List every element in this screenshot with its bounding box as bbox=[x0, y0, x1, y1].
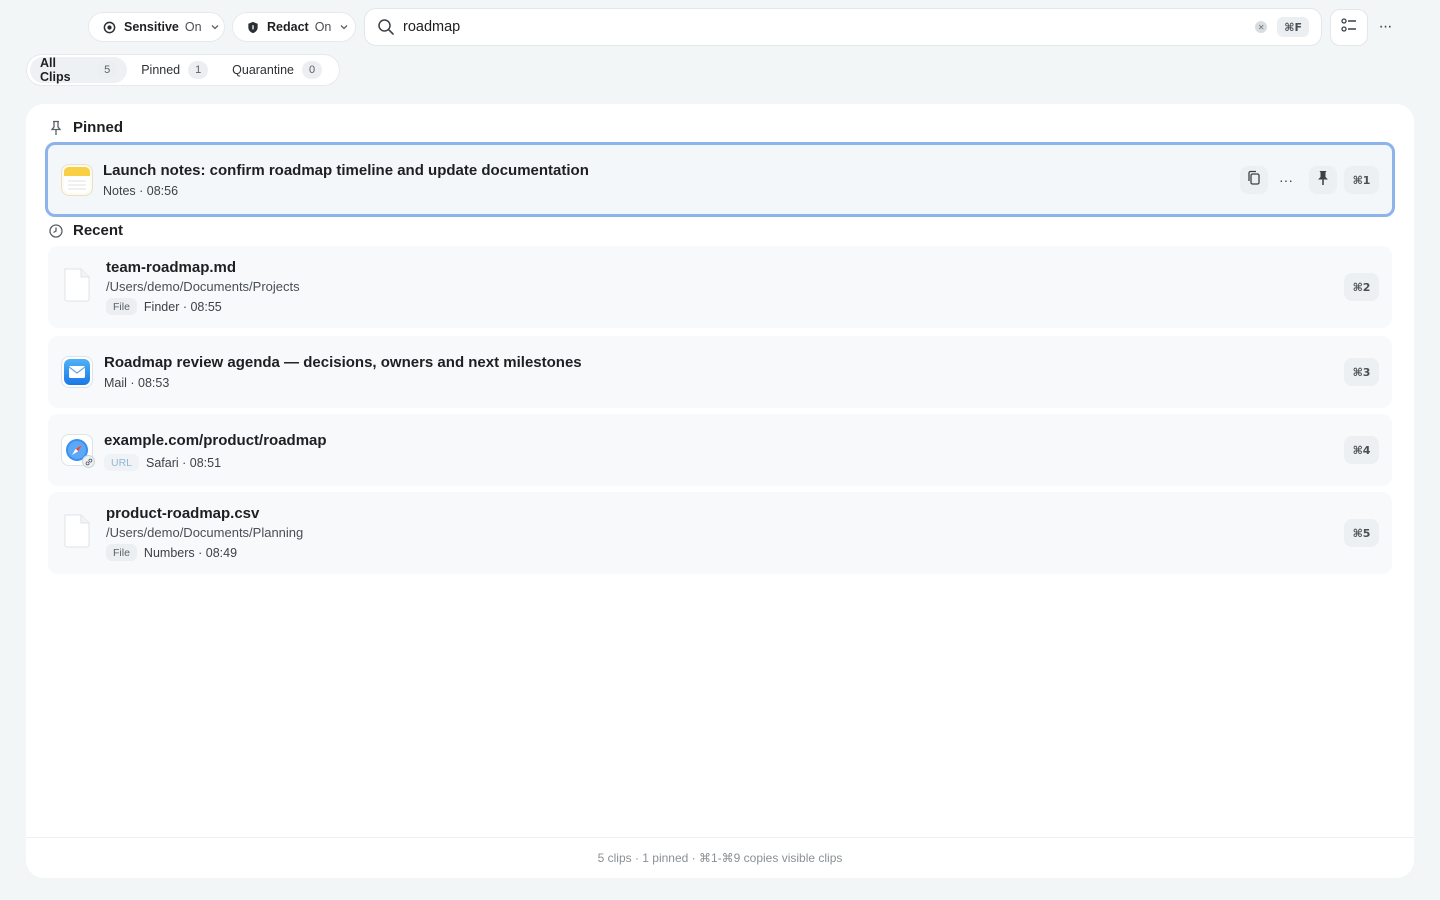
tab-all-clips[interactable]: All Clips 5 bbox=[30, 56, 128, 84]
copy-button[interactable] bbox=[1240, 166, 1268, 194]
recent-clip-row[interactable]: example.com/product/roadmap URL Safari ·… bbox=[48, 414, 1392, 486]
status-footer: 5 clips · 1 pinned · ⌘1-⌘9 copies visibl… bbox=[26, 837, 1414, 878]
copy-shortcut: ⌘5 bbox=[1344, 519, 1379, 547]
section-title: Pinned bbox=[73, 119, 124, 136]
tab-count: 5 bbox=[97, 61, 118, 79]
recent-clip-row[interactable]: product-roadmap.csv /Users/demo/Document… bbox=[48, 492, 1392, 574]
copy-shortcut: ⌘4 bbox=[1344, 436, 1379, 464]
clip-meta: File Finder · 08:55 bbox=[106, 298, 222, 315]
clip-source-time: Finder · 08:55 bbox=[143, 299, 222, 314]
copy-shortcut: ⌘2 bbox=[1344, 273, 1379, 301]
clip-source-time: Notes · 08:56 bbox=[103, 184, 179, 198]
clip-meta: Mail · 08:53 bbox=[104, 376, 169, 390]
redact-toggle[interactable]: Redact On bbox=[232, 12, 356, 42]
clip-title: product-roadmap.csv bbox=[106, 505, 260, 522]
document-icon bbox=[61, 268, 93, 302]
search-bar: ✕ ⌘F bbox=[364, 8, 1322, 46]
checklist-button[interactable] bbox=[1330, 9, 1368, 46]
checklist-icon bbox=[1341, 17, 1357, 38]
mail-app-icon bbox=[61, 356, 93, 388]
redact-label: Redact bbox=[267, 20, 309, 34]
clip-source-time: Mail · 08:53 bbox=[104, 376, 170, 390]
chevron-down-icon bbox=[210, 22, 220, 32]
more-icon[interactable]: ··· bbox=[1272, 166, 1300, 194]
clip-type-badge: File bbox=[106, 298, 137, 315]
section-title: Recent bbox=[73, 222, 124, 239]
clip-source-time: Numbers · 08:49 bbox=[143, 545, 238, 560]
toolbar: Sensitive On Redact On ✕ ⌘F ··· bbox=[0, 0, 1440, 54]
pin-icon bbox=[1316, 170, 1330, 191]
copy-shortcut: ⌘3 bbox=[1344, 358, 1379, 386]
pin-icon bbox=[48, 120, 64, 136]
clip-meta: File Numbers · 08:49 bbox=[106, 544, 237, 561]
chevron-down-icon bbox=[339, 22, 349, 32]
eye-shield-icon bbox=[103, 20, 116, 34]
shield-icon bbox=[247, 20, 259, 34]
notes-app-icon bbox=[61, 164, 93, 196]
clip-type-badge: URL bbox=[104, 454, 140, 471]
clip-path: /Users/demo/Documents/Planning bbox=[106, 525, 304, 540]
clip-filter-tabs: All Clips 5 Pinned 1 Quarantine 0 bbox=[26, 54, 340, 86]
clock-icon bbox=[48, 223, 64, 239]
clip-path: /Users/demo/Documents/Projects bbox=[106, 279, 300, 294]
pinned-clip-row[interactable]: Launch notes: confirm roadmap timeline a… bbox=[45, 142, 1395, 217]
search-icon bbox=[377, 18, 395, 36]
sensitive-toggle[interactable]: Sensitive On bbox=[88, 12, 225, 42]
clip-title: example.com/product/roadmap bbox=[104, 432, 327, 449]
tab-quarantine[interactable]: Quarantine 0 bbox=[222, 57, 332, 83]
search-input[interactable] bbox=[403, 19, 1256, 35]
clip-title: team-roadmap.md bbox=[106, 259, 237, 276]
recent-clip-row[interactable]: team-roadmap.md /Users/demo/Documents/Pr… bbox=[48, 246, 1392, 328]
copy-shortcut: ⌘1 bbox=[1344, 166, 1379, 194]
tab-label: All Clips bbox=[40, 56, 71, 84]
clip-meta: Notes · 08:56 bbox=[103, 184, 178, 198]
search-shortcut: ⌘F bbox=[1277, 17, 1309, 37]
safari-app-icon bbox=[61, 434, 95, 468]
unpin-button[interactable] bbox=[1309, 166, 1337, 194]
tab-label: Pinned bbox=[141, 63, 181, 77]
clip-title: Launch notes: confirm roadmap timeline a… bbox=[103, 162, 589, 179]
clip-type-badge: File bbox=[106, 544, 137, 561]
clip-source-time: Safari · 08:51 bbox=[146, 455, 222, 470]
clip-meta: URL Safari · 08:51 bbox=[104, 454, 221, 471]
tab-count: 1 bbox=[188, 61, 209, 79]
recent-section-header: Recent bbox=[48, 222, 123, 239]
recent-clip-row[interactable]: Roadmap review agenda — decisions, owner… bbox=[48, 336, 1392, 408]
clip-title: Roadmap review agenda — decisions, owner… bbox=[104, 354, 582, 371]
clips-panel: Pinned Launch notes: confirm roadmap tim… bbox=[26, 104, 1414, 878]
sensitive-label: Sensitive bbox=[124, 20, 179, 34]
clear-search-icon[interactable]: ✕ bbox=[1255, 21, 1268, 33]
copy-icon bbox=[1246, 170, 1262, 191]
link-icon bbox=[82, 455, 95, 468]
tab-label: Quarantine bbox=[232, 63, 294, 77]
footer-text: 5 clips · 1 pinned · ⌘1-⌘9 copies visibl… bbox=[597, 851, 843, 865]
sensitive-value: On bbox=[184, 20, 202, 34]
tab-pinned[interactable]: Pinned 1 bbox=[131, 57, 218, 83]
tab-count: 0 bbox=[302, 61, 322, 79]
more-icon[interactable]: ··· bbox=[1372, 14, 1398, 40]
document-icon bbox=[61, 514, 93, 548]
pinned-section-header: Pinned bbox=[48, 119, 123, 136]
redact-value: On bbox=[314, 20, 332, 34]
